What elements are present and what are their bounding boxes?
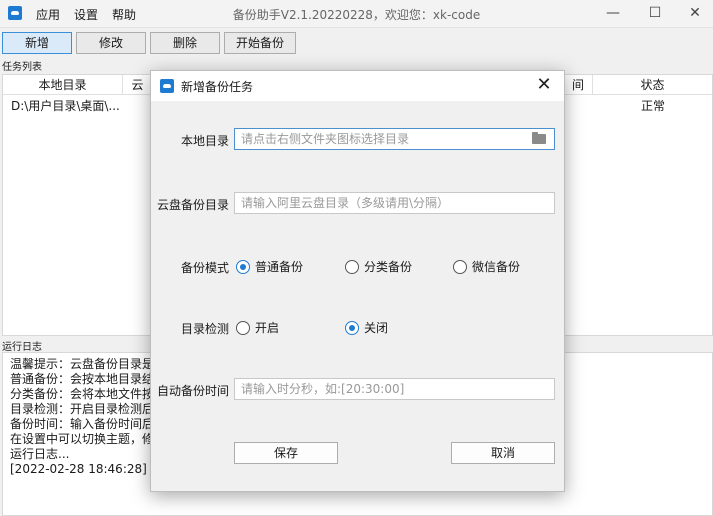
- local-dir-label: 本地目录: [180, 134, 229, 148]
- dialog-title: 新增备份任务: [181, 80, 254, 94]
- cloud-dir-input[interactable]: 请输入阿里云盘目录（多级请用\分隔）: [234, 192, 555, 214]
- backup-mode-label: 备份模式: [180, 261, 229, 275]
- close-window-button[interactable]: ✕: [678, 2, 712, 24]
- radio-check-off[interactable]: 关闭: [345, 320, 405, 336]
- local-dir-input[interactable]: 请点击右侧文件夹图标选择目录: [234, 128, 555, 150]
- radio-circle: [453, 260, 467, 274]
- radio-circle: [236, 260, 250, 274]
- dialog-cloud-icon: [160, 79, 174, 93]
- column-header-time[interactable]: 间: [563, 75, 593, 95]
- column-header-status[interactable]: 状态: [593, 75, 712, 95]
- save-button[interactable]: 保存: [234, 442, 338, 464]
- folder-icon[interactable]: [532, 132, 546, 144]
- auto-time-label: 自动备份时间: [156, 384, 229, 398]
- radio-check-on[interactable]: 开启: [236, 320, 296, 336]
- auto-time-placeholder: 请输入时分秒，如:[20:30:00]: [241, 382, 405, 396]
- dialog-close-button[interactable]: ✕: [534, 74, 554, 95]
- add-button[interactable]: 新增: [2, 32, 72, 54]
- radio-wechat-backup[interactable]: 微信备份: [453, 259, 533, 275]
- add-task-dialog: 新增备份任务 ✕ 本地目录 请点击右侧文件夹图标选择目录 云盘备份目录 请输入阿…: [150, 70, 565, 492]
- title-bar: 应用 设置 帮助 备份助手V2.1.20220228，欢迎您：xk-code —…: [0, 0, 713, 28]
- radio-normal-backup[interactable]: 普通备份: [236, 259, 316, 275]
- column-header-local-dir[interactable]: 本地目录: [3, 75, 123, 95]
- column-header-cloud[interactable]: 云: [123, 75, 153, 95]
- auto-time-input[interactable]: 请输入时分秒，如:[20:30:00]: [234, 378, 555, 400]
- radio-circle: [345, 260, 359, 274]
- dialog-title-bar: 新增备份任务 ✕: [151, 71, 564, 101]
- radio-circle: [345, 321, 359, 335]
- minimize-button[interactable]: —: [596, 2, 630, 24]
- cloud-dir-placeholder: 请输入阿里云盘目录（多级请用\分隔）: [241, 196, 450, 210]
- cloud-dir-label: 云盘备份目录: [156, 198, 229, 212]
- edit-button[interactable]: 修改: [76, 32, 146, 54]
- radio-category-backup[interactable]: 分类备份: [345, 259, 425, 275]
- start-backup-button[interactable]: 开始备份: [224, 32, 296, 54]
- local-dir-placeholder: 请点击右侧文件夹图标选择目录: [241, 132, 410, 146]
- cancel-button[interactable]: 取消: [451, 442, 555, 464]
- table-row-status[interactable]: 正常: [641, 96, 681, 116]
- task-list-label: 任务列表: [2, 62, 42, 73]
- log-label: 运行日志: [2, 342, 42, 353]
- table-row-local-dir[interactable]: D:\用户目录\桌面\...: [11, 96, 123, 116]
- radio-circle: [236, 321, 250, 335]
- delete-button[interactable]: 删除: [150, 32, 220, 54]
- dir-check-label: 目录检测: [180, 322, 229, 336]
- maximize-button[interactable]: ☐: [638, 2, 672, 24]
